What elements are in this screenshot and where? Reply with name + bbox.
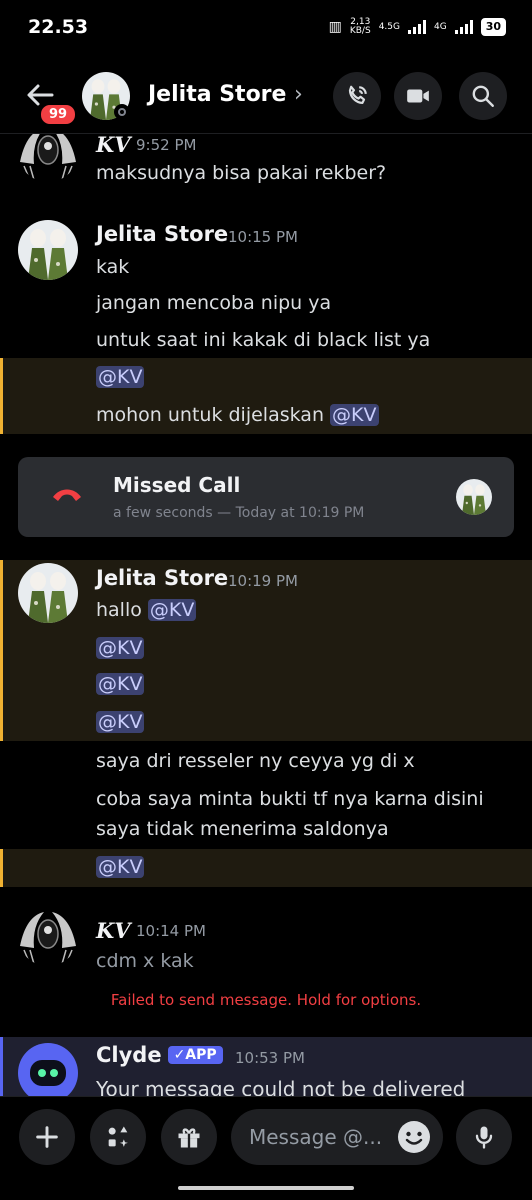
add-attachment-button[interactable] [19, 1109, 75, 1165]
home-gesture-handle[interactable] [178, 1186, 354, 1190]
phone-icon [348, 85, 367, 105]
message-text: saya tidak menerima saldonya [96, 818, 389, 840]
search-button[interactable] [459, 72, 507, 120]
gift-button[interactable] [161, 1109, 217, 1165]
mention-highlight [0, 849, 532, 887]
battery-icon: 30 [480, 18, 506, 36]
status-bar: 22.53 ▥ 2,13 KB/S 4.5G 4G 30 [0, 0, 532, 60]
voice-message-button[interactable] [456, 1109, 512, 1165]
message-text: saya dri resseler ny ceyya yg di x [96, 750, 415, 772]
status-time: 22.53 [28, 16, 89, 38]
avatar[interactable] [18, 563, 78, 623]
missed-call-title: Missed Call [113, 473, 241, 497]
clyde-avatar[interactable] [18, 1043, 78, 1096]
user-mention[interactable]: @KV [96, 856, 145, 878]
message-text: @KV [96, 366, 145, 388]
message-text: @KV [96, 637, 145, 659]
avatar[interactable] [18, 220, 78, 280]
message-text: @KV [96, 856, 145, 878]
unread-badge: 99 [38, 102, 79, 127]
message-text: jangan mencoba nipu ya [96, 292, 332, 314]
net-type-2: 4G [433, 22, 447, 32]
net-type-1: 4.5G [378, 22, 400, 32]
message-text: untuk saat ini kakak di black list ya [96, 329, 431, 351]
vibrate-icon: ▥ [328, 19, 342, 35]
signal-icon-2 [454, 20, 473, 34]
message-author[interactable]: Clyde ✓APP [96, 1043, 223, 1067]
message-text: Your message could not be delivered [96, 1077, 466, 1096]
channel-title[interactable]: Jelita Store [148, 82, 286, 107]
system-navigation-bar [0, 1174, 532, 1200]
message-author[interactable]: KV [96, 918, 131, 943]
send-failed-notice[interactable]: Failed to send message. Hold for options… [0, 991, 532, 1009]
voice-call-button[interactable] [333, 72, 381, 120]
apps-icon [108, 1126, 128, 1147]
message-text: kak [96, 256, 130, 278]
message-timestamp: 9:52 PM [136, 136, 197, 154]
missed-call-card[interactable]: Missed Call a few seconds — Today at 10:… [18, 457, 514, 537]
chevron-right-icon[interactable]: › [294, 82, 303, 107]
video-camera-icon [407, 89, 429, 103]
user-mention[interactable]: @KV [147, 599, 197, 621]
search-icon [472, 85, 494, 107]
user-mention[interactable]: @KV [96, 673, 145, 695]
message-text: maksudnya bisa pakai rekber? [96, 162, 387, 184]
avatar[interactable] [18, 134, 78, 182]
message-text: @KV [96, 711, 145, 733]
message-timestamp: 10:53 PM [235, 1049, 305, 1067]
user-mention[interactable]: @KV [330, 404, 379, 426]
message-text: @KV [96, 673, 145, 695]
net-rate: 2,13 KB/S [349, 17, 371, 36]
avatar [456, 479, 492, 515]
user-mention[interactable]: @KV [96, 366, 145, 388]
apps-button[interactable] [90, 1109, 146, 1165]
message-timestamp: 10:19 PM [228, 572, 298, 590]
missed-call-subtitle: a few seconds — Today at 10:19 PM [113, 505, 365, 521]
video-call-button[interactable] [394, 72, 442, 120]
message-timestamp: 10:14 PM [136, 922, 206, 940]
offline-status-icon [114, 104, 130, 120]
gift-icon [178, 1128, 200, 1148]
user-mention[interactable]: @KV [96, 637, 145, 659]
message-timestamp: 10:15 PM [228, 228, 298, 246]
app-badge: ✓APP [167, 1046, 223, 1064]
plus-icon [36, 1126, 58, 1148]
microphone-icon [475, 1126, 493, 1149]
message-text: hallo @KV [96, 599, 197, 621]
status-icons: ▥ 2,13 KB/S 4.5G 4G 30 [329, 18, 506, 36]
message-text[interactable]: cdm x kak [96, 950, 194, 972]
signal-icon [407, 20, 426, 34]
message-author[interactable]: KV [96, 134, 131, 157]
channel-header: 99 Jelita Store › [0, 60, 532, 134]
message-text: mohon untuk dijelaskan @KV [96, 404, 379, 426]
message-composer [0, 1096, 532, 1174]
message-text: coba saya minta bukti tf nya karna disin… [96, 788, 484, 810]
avatar[interactable] [18, 906, 78, 966]
message-author[interactable]: Jelita Store [96, 566, 228, 590]
emoji-icon[interactable] [396, 1119, 432, 1155]
message-list[interactable]: KV 9:52 PM maksudnya bisa pakai rekber? … [0, 134, 532, 1096]
user-mention[interactable]: @KV [96, 711, 145, 733]
hangup-phone-icon [53, 489, 81, 501]
clyde-message[interactable]: Clyde ✓APP 10:53 PM Your message could no… [0, 1037, 532, 1096]
message-author[interactable]: Jelita Store [96, 222, 228, 246]
